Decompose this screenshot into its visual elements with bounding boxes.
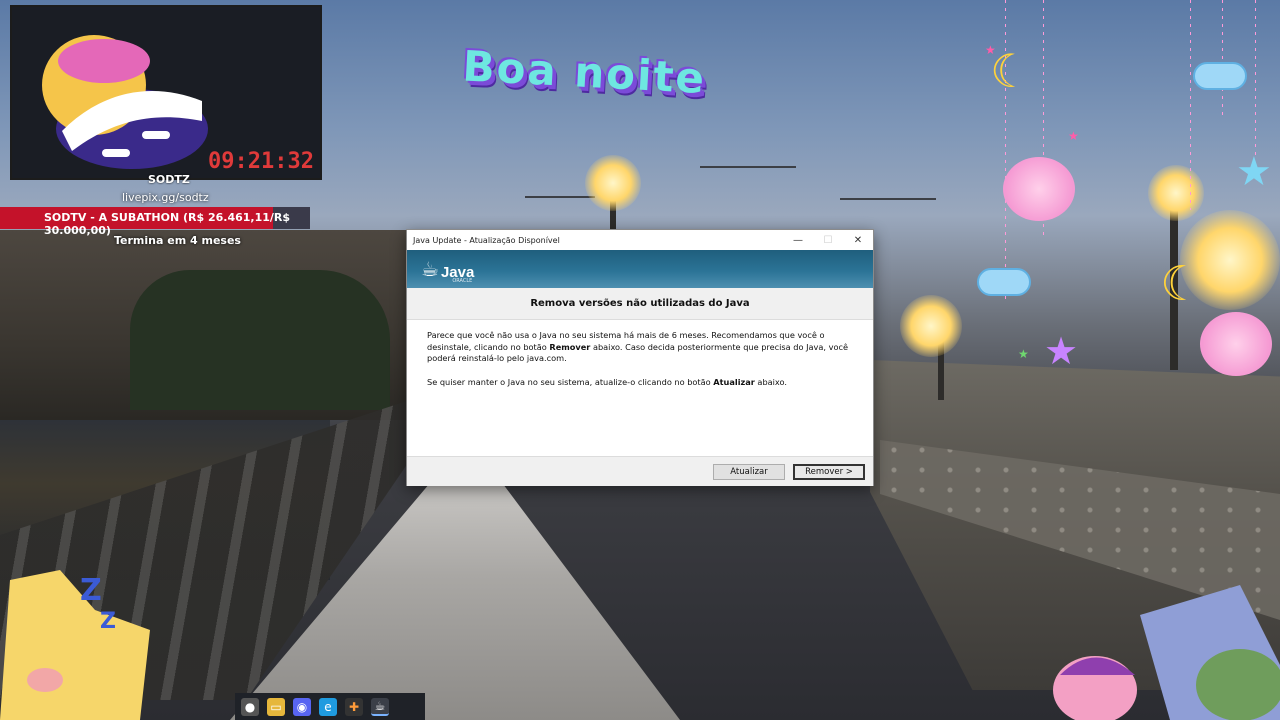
dialog-footer: Atualizar Remover > — [407, 456, 873, 486]
body-paragraph-remove: Parece que você não usa o Java no seu si… — [427, 330, 853, 365]
star-mascot-art: Z Z — [0, 570, 150, 720]
subathon-ends-label: Termina em 4 meses — [114, 234, 241, 247]
star-icon: ★ — [985, 43, 996, 57]
stream-username: SODTZ — [148, 173, 190, 186]
cloud-decoration — [977, 268, 1031, 296]
minimize-button[interactable]: — — [783, 230, 813, 250]
discord-icon[interactable]: ◉ — [293, 697, 311, 716]
body-text: Se quiser manter o Java no seu sistema, … — [427, 376, 714, 387]
webcam-frame: 09:21:32 — [10, 5, 322, 180]
dialog-body: Parece que você não usa o Java no seu si… — [407, 320, 873, 456]
remove-button[interactable]: Remover > — [793, 463, 865, 480]
greeting-banner: Boa noite — [461, 41, 708, 104]
sleeping-mascot-art — [42, 35, 208, 169]
folder-icon[interactable]: ▭ — [267, 697, 285, 716]
cloud-decoration — [1193, 62, 1247, 90]
update-button[interactable]: Atualizar — [713, 463, 785, 480]
background-crane — [840, 198, 936, 200]
background-crane — [700, 166, 796, 168]
java-update-dialog: Java Update - Atualização Disponível — ☐… — [406, 229, 874, 486]
app-icon[interactable]: ✚ — [345, 697, 363, 716]
body-text: abaixo. — [754, 376, 787, 387]
stream-clock: 09:21:32 — [208, 149, 314, 174]
street-lamp — [1148, 165, 1204, 221]
java-logo: ☕ Java ORACLE — [421, 257, 474, 284]
close-button[interactable]: ✕ — [843, 230, 873, 250]
star-icon: ★ — [1044, 329, 1079, 373]
body-paragraph-update: Se quiser manter o Java no seu sistema, … — [427, 377, 853, 389]
svg-text:Z: Z — [80, 573, 102, 608]
body-text-bold: Atualizar — [713, 376, 755, 387]
java-cup-icon: ☕ — [421, 257, 439, 281]
subathon-progress-bar: SODTV - A SUBATHON (R$ 26.461,11/R$ 30.0… — [0, 207, 310, 237]
oracle-logo-text: ORACLE — [452, 278, 473, 284]
wizard-frog-mascot-art — [1053, 585, 1280, 720]
background-crane — [525, 196, 595, 198]
body-text-bold: Remover — [549, 341, 591, 352]
moon-icon: ☾ — [1160, 256, 1204, 312]
java-icon[interactable]: ☕ — [371, 697, 389, 716]
moon-icon: ☾ — [990, 44, 1032, 98]
java-banner: ☕ Java ORACLE — [407, 250, 873, 288]
star-icon: ★ — [1068, 129, 1079, 143]
star-icon: ★ — [1018, 347, 1029, 361]
sheep-decoration — [1200, 312, 1272, 376]
sheep-decoration — [1003, 157, 1075, 221]
chat-icon[interactable]: ● — [241, 697, 259, 716]
dialog-titlebar[interactable]: Java Update - Atualização Disponível — ☐… — [407, 230, 873, 250]
edge-icon[interactable]: e — [319, 697, 337, 716]
taskbar: ● ▭ ◉ e ✚ ☕ — [235, 693, 425, 720]
background-trees — [130, 270, 390, 410]
svg-text:Z: Z — [100, 609, 116, 634]
donation-link: livepix.gg/sodtz — [122, 191, 209, 204]
maximize-button: ☐ — [823, 234, 833, 246]
hanging-string — [1255, 0, 1256, 160]
hanging-string — [1190, 0, 1191, 210]
street-lamp — [900, 295, 962, 357]
street-lamp — [585, 155, 641, 211]
dialog-title: Java Update - Atualização Disponível — [413, 235, 560, 245]
dialog-heading: Remova versões não utilizadas do Java — [407, 288, 873, 320]
star-icon: ★ — [1236, 149, 1272, 195]
hanging-string — [1222, 0, 1223, 120]
